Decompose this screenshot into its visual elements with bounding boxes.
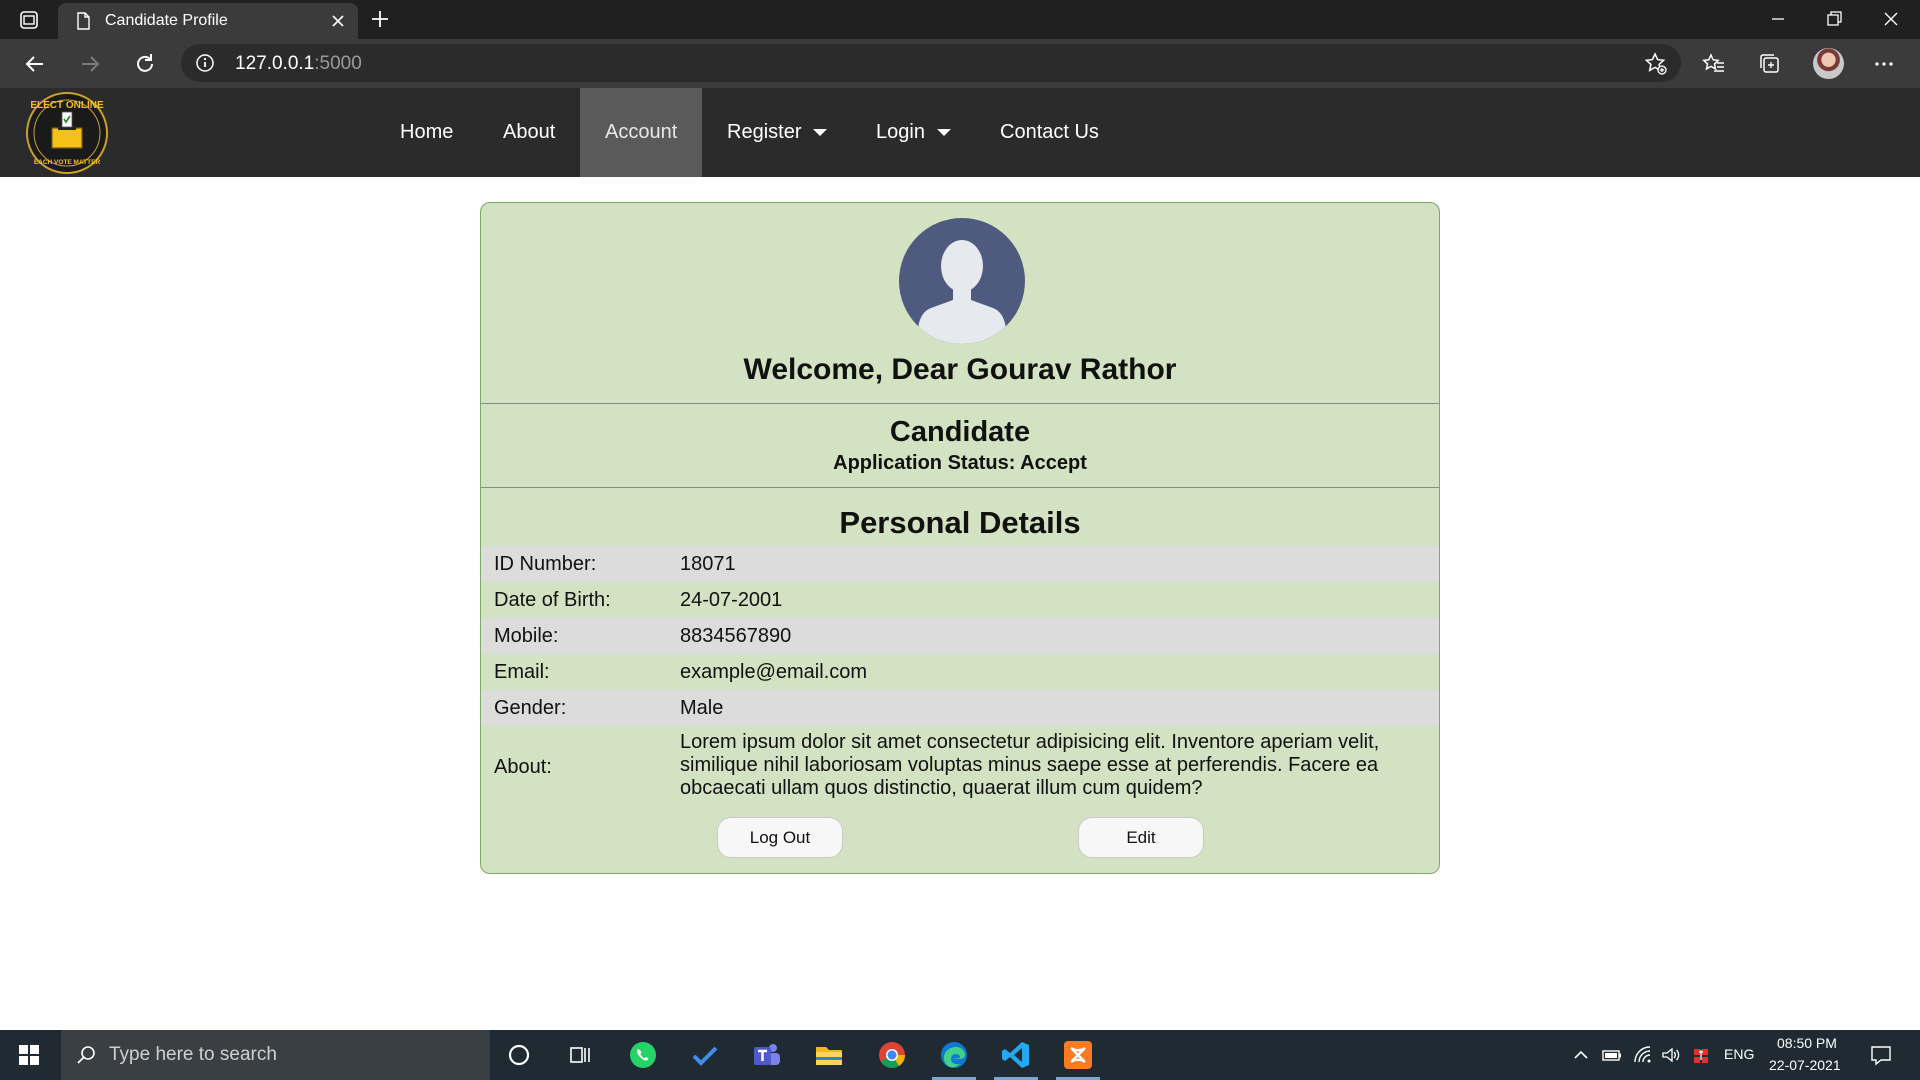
chevron-up-icon[interactable] <box>1571 1045 1591 1065</box>
tab-actions-icon[interactable] <box>18 9 40 31</box>
clock-time[interactable]: 08:50 PM <box>1777 1035 1837 1051</box>
detail-label: Date of Birth: <box>494 589 611 611</box>
chevron-down-icon <box>813 129 828 137</box>
nav-home[interactable]: Home <box>375 88 478 177</box>
cortana-icon[interactable] <box>503 1039 535 1071</box>
whatsapp-icon[interactable] <box>627 1039 659 1071</box>
svg-text:ELECT ONLINE: ELECT ONLINE <box>30 100 104 111</box>
detail-row-gender: Gender: Male <box>481 690 1439 726</box>
info-icon[interactable] <box>195 53 215 73</box>
vscode-icon[interactable] <box>1000 1039 1032 1071</box>
close-tab-icon[interactable] <box>328 11 348 31</box>
nav-contact-us[interactable]: Contact Us <box>975 88 1124 177</box>
more-options-icon[interactable] <box>1871 51 1897 77</box>
search-icon <box>77 1046 95 1064</box>
teams-icon[interactable] <box>751 1039 783 1071</box>
edit-button[interactable]: Edit <box>1078 817 1204 858</box>
svg-text:EACH VOTE MATTER: EACH VOTE MATTER <box>34 159 101 166</box>
chevron-down-icon <box>936 129 951 137</box>
tab-title: Candidate Profile <box>105 12 228 29</box>
log-out-button[interactable]: Log Out <box>717 817 843 858</box>
battery-icon[interactable] <box>1602 1045 1622 1065</box>
detail-label: About: <box>494 756 552 778</box>
restore-icon[interactable] <box>1820 6 1848 32</box>
language-indicator[interactable]: ENG <box>1724 1046 1754 1062</box>
detail-value: Lorem ipsum dolor sit amet consectetur a… <box>680 731 1380 799</box>
nav-about[interactable]: About <box>478 88 580 177</box>
search-placeholder: Type here to search <box>109 1044 277 1065</box>
site-navbar: ELECT ONLINE EACH VOTE MATTER Home About… <box>0 88 1920 177</box>
application-status: Application Status: Accept <box>833 452 1087 474</box>
add-favorite-icon[interactable] <box>1643 51 1669 77</box>
detail-label: ID Number: <box>494 553 597 575</box>
browser-tab[interactable]: Candidate Profile <box>58 3 358 39</box>
clock-date[interactable]: 22-07-2021 <box>1769 1057 1841 1073</box>
detail-value: example@email.com <box>680 661 868 683</box>
detail-value: 18071 <box>680 553 736 575</box>
windows-start-icon[interactable] <box>18 1044 40 1066</box>
detail-label: Email: <box>494 661 550 683</box>
close-window-icon[interactable] <box>1877 6 1905 32</box>
nav-login[interactable]: Login <box>851 88 976 177</box>
edge-icon[interactable] <box>938 1039 970 1071</box>
nav-account[interactable]: Account <box>580 88 703 177</box>
detail-value: Male <box>680 697 724 719</box>
welcome-heading: Welcome, Dear Gourav Rathor <box>743 353 1177 386</box>
nav-register[interactable]: Register <box>702 88 852 177</box>
favorites-icon[interactable] <box>1701 51 1727 77</box>
divider <box>481 487 1439 488</box>
volume-icon[interactable] <box>1661 1045 1681 1065</box>
back-arrow-icon[interactable] <box>22 51 48 77</box>
collections-icon[interactable] <box>1757 51 1783 77</box>
address-bar[interactable]: 127.0.0.1:5000 <box>181 44 1681 82</box>
detail-label: Mobile: <box>494 625 559 647</box>
new-tab-icon[interactable] <box>369 8 391 30</box>
detail-value: 24-07-2001 <box>680 589 783 611</box>
todo-icon[interactable] <box>689 1039 721 1071</box>
task-view-icon[interactable] <box>564 1039 596 1071</box>
profile-card: Welcome, Dear Gourav Rathor Candidate Ap… <box>480 202 1440 874</box>
file-explorer-icon[interactable] <box>813 1039 845 1071</box>
personal-details-title: Personal Details <box>839 505 1081 540</box>
elect-online-logo[interactable]: ELECT ONLINE EACH VOTE MATTER <box>25 92 110 174</box>
divider <box>481 403 1439 404</box>
forward-arrow-icon[interactable] <box>77 51 103 77</box>
windows-taskbar: Type here to search ENG 08:50 PM 22-07-2… <box>0 1030 1920 1080</box>
detail-row-about: About: Lorem ipsum dolor sit amet consec… <box>481 726 1439 806</box>
url-text: 127.0.0.1:5000 <box>235 53 362 74</box>
detail-value: 8834567890 <box>680 625 792 647</box>
chrome-icon[interactable] <box>876 1039 908 1071</box>
notifications-icon[interactable] <box>1869 1043 1893 1067</box>
antivirus-icon[interactable] <box>1691 1045 1711 1065</box>
detail-row-id-number: ID Number: 18071 <box>481 546 1439 582</box>
page-icon <box>77 12 90 30</box>
detail-row-mobile: Mobile: 8834567890 <box>481 618 1439 654</box>
browser-toolbar: 127.0.0.1:5000 <box>0 39 1920 88</box>
browser-tab-bar: Candidate Profile <box>0 0 1920 39</box>
xampp-icon[interactable] <box>1062 1039 1094 1071</box>
personal-details-table: ID Number: 18071 Date of Birth: 24-07-20… <box>481 546 1439 806</box>
detail-row-email: Email: example@email.com <box>481 654 1439 690</box>
detail-label: Gender: <box>494 697 567 719</box>
browser-profile-avatar[interactable] <box>1813 48 1844 79</box>
detail-row-date-of-birth: Date of Birth: 24-07-2001 <box>481 582 1439 618</box>
refresh-icon[interactable] <box>132 51 158 77</box>
avatar-icon <box>899 218 1025 344</box>
taskbar-search-box[interactable]: Type here to search <box>61 1030 490 1080</box>
wifi-icon[interactable] <box>1633 1045 1653 1065</box>
minimize-icon[interactable] <box>1764 6 1792 32</box>
role-title: Candidate <box>889 416 1031 448</box>
